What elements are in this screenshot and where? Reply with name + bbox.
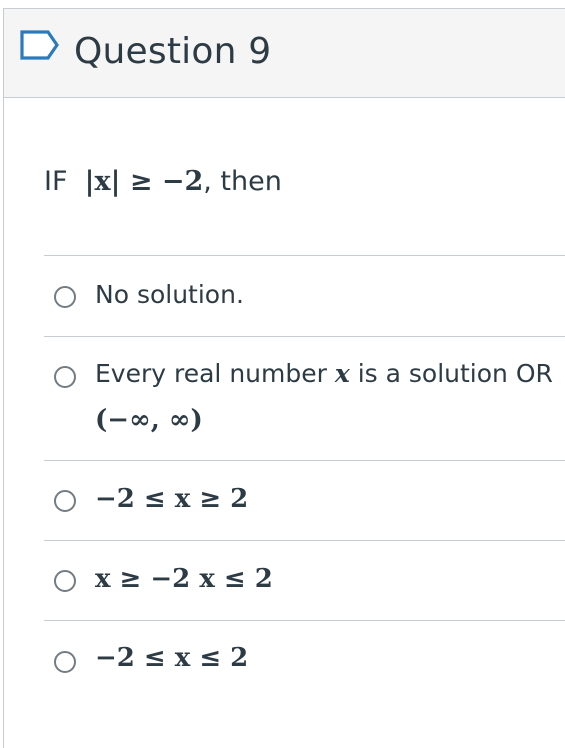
- radio-button[interactable]: [54, 366, 76, 388]
- answer-option-4[interactable]: x ≥ −2 x ≤ 2: [44, 541, 565, 620]
- question-title: Question 9: [74, 31, 272, 72]
- radio-button[interactable]: [54, 651, 76, 673]
- answer-option-no-solution[interactable]: No solution.: [44, 256, 565, 336]
- option-label: Every real number x is a solution OR: [95, 355, 553, 393]
- prompt-suffix: , then: [203, 166, 282, 197]
- radio-button[interactable]: [54, 286, 76, 308]
- answer-option-5[interactable]: −2 ≤ x ≤ 2: [44, 621, 565, 701]
- option-label-part-a: Every real number: [95, 359, 327, 388]
- answer-option-3[interactable]: −2 ≤ x ≥ 2: [44, 461, 565, 540]
- option-math: −2 ≤ x ≤ 2: [95, 643, 249, 673]
- prompt-expression: |x| ≥ −2: [84, 166, 204, 197]
- option-label: No solution.: [95, 280, 244, 309]
- option-variable: x: [334, 359, 350, 388]
- radio-button[interactable]: [54, 490, 76, 512]
- answer-option-every-real-number[interactable]: Every real number x is a solution OR (−∞…: [44, 337, 565, 460]
- option-label-part-b: is a solution OR: [357, 359, 553, 388]
- option-math: x ≥ −2 x ≤ 2: [95, 564, 273, 594]
- question-header: Question 9: [4, 9, 565, 98]
- prompt-prefix: IF: [44, 166, 68, 197]
- option-math: −2 ≤ x ≥ 2: [95, 484, 249, 514]
- question-prompt: IF |x| ≥ −2, then: [44, 162, 282, 202]
- radio-button[interactable]: [54, 570, 76, 592]
- option-interval: (−∞, ∞): [95, 405, 203, 435]
- flag-icon[interactable]: [19, 29, 61, 61]
